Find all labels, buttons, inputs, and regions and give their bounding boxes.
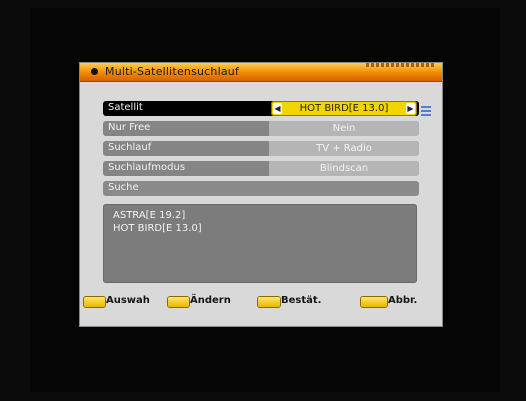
arrow-keys-icon [168,297,189,307]
exit-key-icon [361,297,387,307]
multi-satellite-search-dialog: Multi-Satellitensuchlauf Satellit ◀ HOT … [80,63,442,326]
title-bullet-icon [91,68,98,75]
hint-label: Bestät. [281,295,322,306]
setting-value[interactable]: Nein [269,121,419,136]
search-button[interactable]: Suche [103,181,419,196]
setting-value[interactable]: Blindscan [269,161,419,176]
list-item: HOT BIRD[E 13.0] [113,223,202,234]
hint-label: Ändern [190,295,231,306]
setting-row-search-type[interactable]: Suchlauf TV + Radio [103,141,419,156]
setting-label: Satellit [108,102,143,113]
search-button-label: Suche [108,182,139,193]
setting-label: Suchlauf [108,142,152,153]
confirm-key-icon [258,297,280,307]
title-decoration [366,63,434,67]
setting-row-free-only[interactable]: Nur Free Nein [103,121,419,136]
setting-row-satellite[interactable]: Satellit ◀ HOT BIRD[E 13.0] ▶ [103,101,419,116]
setting-label: Nur Free [108,122,151,133]
setting-row-search-mode[interactable]: Suchlaufmodus Blindscan [103,161,419,176]
arrow-right-icon[interactable]: ▶ [406,103,415,114]
satellite-selector[interactable]: ◀ HOT BIRD[E 13.0] ▶ [271,101,417,116]
hint-label: Abbr. [388,295,418,306]
ok-key-icon [84,297,105,307]
dialog-title: Multi-Satellitensuchlauf [105,65,240,78]
selected-satellites-list: ASTRA[E 19.2] HOT BIRD[E 13.0] [103,204,417,283]
setting-value[interactable]: TV + Radio [269,141,419,156]
hint-label: Auswah [106,295,150,306]
list-item: ASTRA[E 19.2] [113,210,186,221]
dialog-title-bar: Multi-Satellitensuchlauf [80,63,442,82]
setting-label: Suchlaufmodus [108,162,186,173]
arrow-left-icon[interactable]: ◀ [273,103,282,114]
satellite-list-icon[interactable] [421,106,431,117]
setting-value: HOT BIRD[E 13.0] [299,103,389,114]
key-hints-bar: Auswah Ändern Bestät. Abbr. [80,295,442,309]
